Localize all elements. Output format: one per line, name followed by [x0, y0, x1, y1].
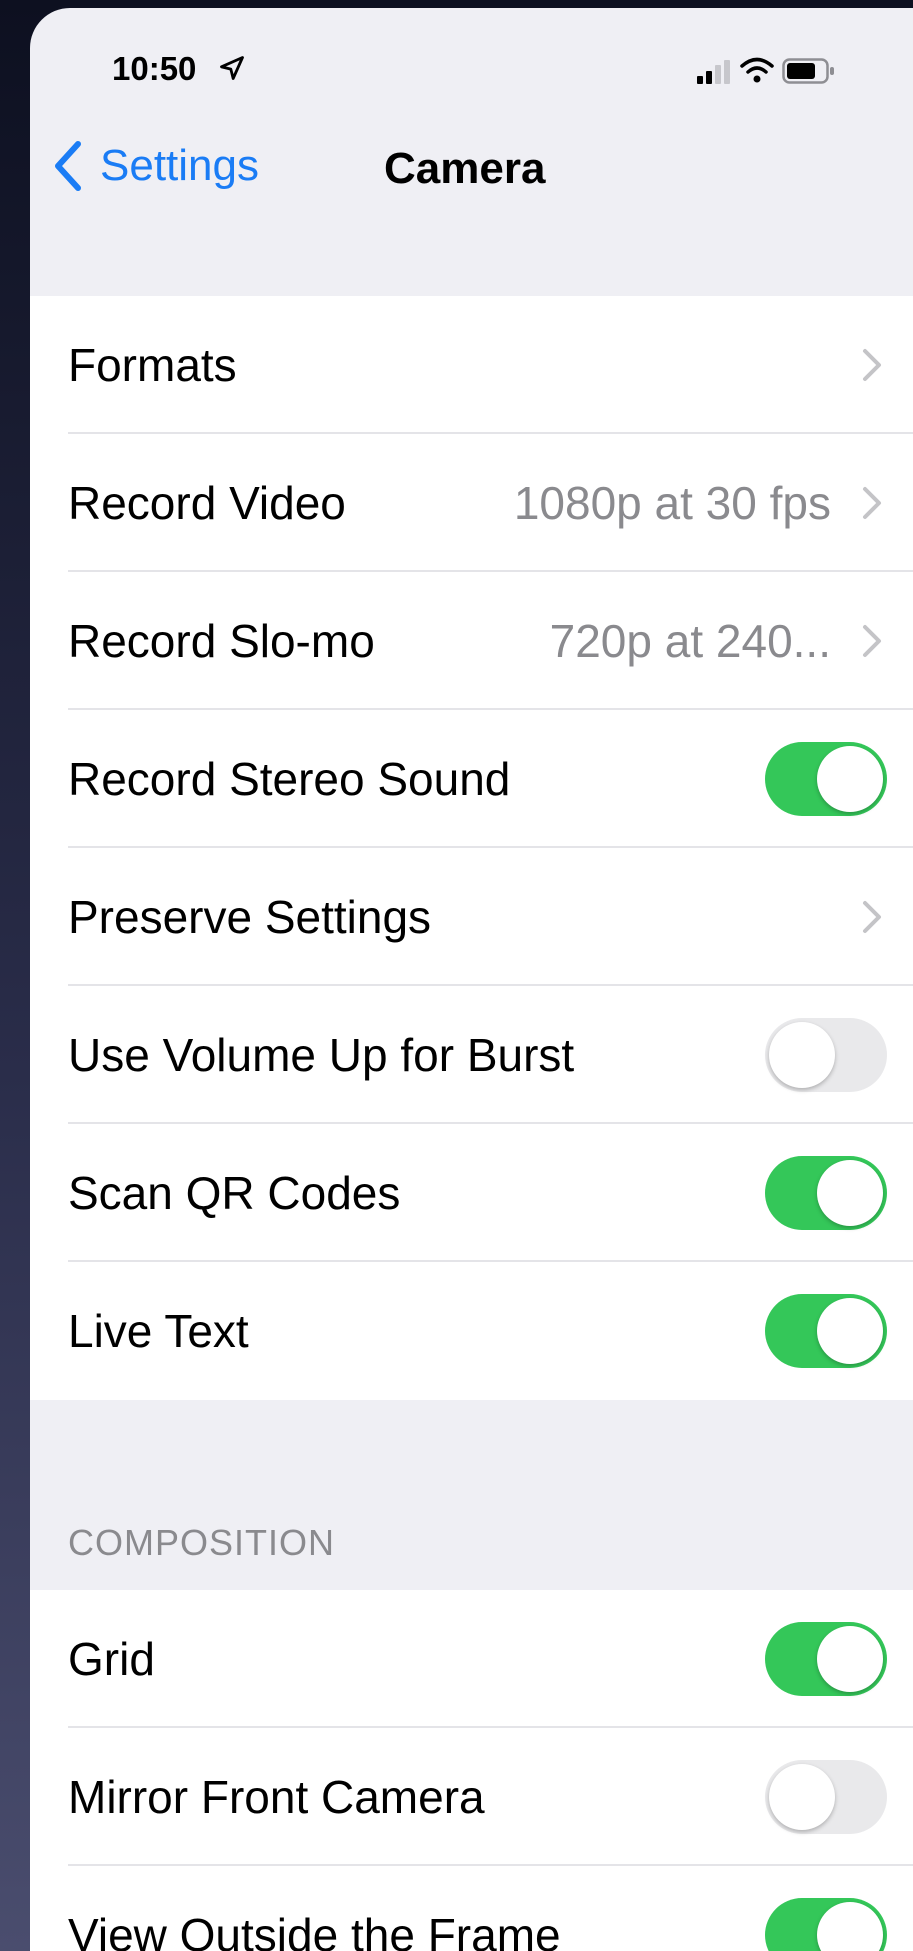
- signal-icon: [697, 60, 730, 84]
- row-label: Use Volume Up for Burst: [68, 1029, 575, 1081]
- row-label: Record Stereo Sound: [68, 753, 511, 805]
- toggle-knob: [769, 1764, 835, 1830]
- volume-up-burst-row: Use Volume Up for Burst: [30, 986, 913, 1124]
- section-header-composition: COMPOSITION: [68, 1522, 336, 1563]
- preserve-settings-row[interactable]: Preserve Settings: [30, 848, 913, 986]
- toggle-knob: [817, 746, 883, 812]
- row-value: 1080p at 30 fps: [513, 477, 831, 529]
- toggle-knob: [817, 1298, 883, 1364]
- row-label: Mirror Front Camera: [68, 1771, 485, 1823]
- row-label: Record Video: [68, 477, 346, 529]
- view-outside-frame-toggle[interactable]: [765, 1898, 887, 1951]
- live-text-toggle[interactable]: [765, 1294, 887, 1368]
- row-label: Record Slo-mo: [68, 615, 375, 667]
- battery-icon: [782, 58, 834, 84]
- location-arrow-icon: [220, 56, 244, 80]
- back-chevron-icon: [55, 141, 81, 191]
- row-label: Grid: [68, 1633, 155, 1685]
- record-stereo-sound-row: Record Stereo Sound: [30, 710, 913, 848]
- status-time: 10:50: [112, 50, 197, 87]
- view-outside-frame-row: View Outside the Frame: [30, 1866, 913, 1951]
- back-button[interactable]: Settings: [50, 136, 259, 196]
- status-bar: 10:50: [30, 8, 913, 118]
- row-label: Formats: [68, 339, 237, 391]
- phone-screen: 10:50 Settings Camera Formats Record Vid…: [30, 8, 913, 1951]
- toggle-knob: [817, 1160, 883, 1226]
- chevron-right-icon: [863, 487, 881, 519]
- record-stereo-sound-toggle[interactable]: [765, 742, 887, 816]
- row-label: Live Text: [68, 1305, 249, 1357]
- grid-toggle[interactable]: [765, 1622, 887, 1696]
- record-slomo-row[interactable]: Record Slo-mo 720p at 240...: [30, 572, 913, 710]
- wifi-icon: [740, 57, 774, 83]
- row-value: 720p at 240...: [549, 615, 831, 667]
- page-title: Camera: [384, 144, 546, 193]
- mirror-front-camera-row: Mirror Front Camera: [30, 1728, 913, 1866]
- toggle-knob: [817, 1902, 883, 1951]
- scan-qr-codes-row: Scan QR Codes: [30, 1124, 913, 1262]
- record-video-row[interactable]: Record Video 1080p at 30 fps: [30, 434, 913, 572]
- row-label: Preserve Settings: [68, 891, 432, 943]
- volume-up-burst-toggle[interactable]: [765, 1018, 887, 1092]
- row-label: View Outside the Frame: [68, 1909, 561, 1951]
- back-label: Settings: [100, 141, 259, 190]
- live-text-row: Live Text: [30, 1262, 913, 1400]
- chevron-right-icon: [863, 349, 881, 381]
- mirror-front-camera-toggle[interactable]: [765, 1760, 887, 1834]
- toggle-knob: [769, 1022, 835, 1088]
- settings-group-composition: Grid Mirror Front Camera View Outside th…: [30, 1590, 913, 1951]
- grid-row: Grid: [30, 1590, 913, 1728]
- settings-group-main: Formats Record Video 1080p at 30 fps Rec…: [30, 296, 913, 1400]
- toggle-knob: [817, 1626, 883, 1692]
- scan-qr-codes-toggle[interactable]: [765, 1156, 887, 1230]
- chevron-right-icon: [863, 901, 881, 933]
- chevron-right-icon: [863, 625, 881, 657]
- formats-row[interactable]: Formats: [30, 296, 913, 434]
- row-label: Scan QR Codes: [68, 1167, 401, 1219]
- navigation-bar: Settings Camera: [30, 126, 913, 206]
